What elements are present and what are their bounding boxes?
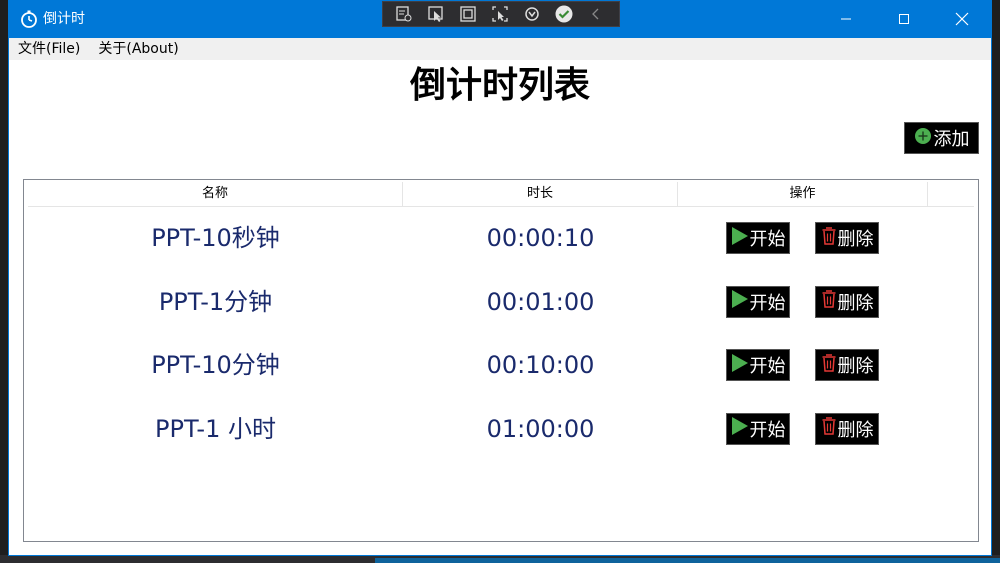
timer-duration: 00:10:00 (486, 351, 595, 379)
debug-toolbar (382, 1, 620, 27)
timer-name: PPT-10分钟 (151, 351, 280, 379)
live-tree-icon[interactable] (393, 3, 415, 25)
trash-icon (821, 289, 837, 314)
taskbar-strip (0, 555, 1000, 563)
track-focus-icon[interactable] (489, 3, 511, 25)
list-item[interactable]: PPT-10秒钟 00:00:10 开始 删除 (28, 207, 974, 271)
maximize-button[interactable] (875, 0, 933, 38)
play-icon (731, 289, 749, 314)
desktop: 倒计时 文件(File) 关于(About) 倒计时列表 添加 名称 时长 操作… (0, 0, 1000, 563)
add-button[interactable]: 添加 (904, 122, 979, 154)
timer-name: PPT-10秒钟 (151, 224, 280, 252)
start-button[interactable]: 开始 (726, 412, 790, 445)
hot-reload-icon[interactable] (521, 3, 543, 25)
maximize-icon (899, 14, 909, 24)
delete-label: 删除 (837, 419, 874, 441)
delete-label: 删除 (837, 229, 874, 250)
trash-icon (821, 226, 837, 251)
delete-button[interactable]: 删除 (815, 349, 879, 381)
countdown-list[interactable]: 名称 时长 操作 PPT-10秒钟 00:00:10 开始 删除 PPT-1分钟… (23, 179, 979, 542)
header-duration[interactable]: 时长 (403, 182, 678, 206)
delete-button[interactable]: 删除 (815, 412, 879, 445)
timer-name: PPT-1 小时 (155, 414, 276, 443)
minimize-icon (841, 18, 851, 20)
list-item[interactable]: PPT-1分钟 00:01:00 开始 删除 (28, 271, 974, 335)
stopwatch-icon (19, 9, 39, 29)
header-name[interactable]: 名称 (28, 182, 403, 206)
start-button[interactable]: 开始 (726, 349, 790, 381)
delete-button[interactable]: 删除 (815, 222, 879, 254)
play-icon (731, 416, 749, 441)
start-label: 开始 (749, 292, 786, 314)
header-filler (928, 182, 974, 206)
menu-about[interactable]: 关于(About) (89, 38, 187, 60)
collapse-chevron-icon[interactable] (585, 3, 607, 25)
plus-circle-icon (914, 127, 932, 150)
timer-name: PPT-1分钟 (158, 287, 273, 316)
menu-bar: 文件(File) 关于(About) (9, 38, 991, 60)
close-button[interactable] (933, 0, 991, 38)
title-bar[interactable]: 倒计时 (9, 0, 991, 38)
start-button[interactable]: 开始 (726, 285, 790, 318)
delete-button[interactable]: 删除 (815, 285, 879, 318)
select-element-icon[interactable] (425, 3, 447, 25)
delete-label: 删除 (837, 292, 874, 314)
trash-icon (821, 416, 837, 441)
start-button[interactable]: 开始 (726, 222, 790, 254)
start-label: 开始 (749, 419, 786, 441)
minimize-button[interactable] (817, 0, 875, 38)
window-title: 倒计时 (43, 11, 85, 27)
delete-label: 删除 (837, 356, 874, 377)
list-item[interactable]: PPT-10分钟 00:10:00 开始 删除 (28, 334, 974, 398)
check-icon[interactable] (553, 3, 575, 25)
app-window: 倒计时 文件(File) 关于(About) 倒计时列表 添加 名称 时长 操作… (8, 0, 992, 556)
list-header: 名称 时长 操作 (28, 182, 974, 207)
play-icon (731, 226, 749, 251)
trash-icon (821, 353, 837, 378)
status-strip (375, 558, 1000, 563)
start-label: 开始 (749, 356, 786, 377)
header-actions[interactable]: 操作 (678, 182, 928, 206)
close-icon (955, 12, 969, 26)
display-layout-icon[interactable] (457, 3, 479, 25)
list-item[interactable]: PPT-1 小时 01:00:00 开始 删除 (28, 398, 974, 462)
timer-duration: 01:00:00 (486, 414, 595, 443)
menu-file[interactable]: 文件(File) (9, 38, 89, 60)
play-icon (731, 353, 749, 378)
timer-duration: 00:00:10 (486, 224, 595, 252)
add-button-label: 添加 (933, 129, 970, 150)
list-rows: PPT-10秒钟 00:00:10 开始 删除 PPT-1分钟 00:01:00 (28, 207, 974, 461)
start-label: 开始 (749, 229, 786, 250)
timer-duration: 00:01:00 (486, 287, 595, 316)
page-title: 倒计时列表 (409, 65, 590, 106)
